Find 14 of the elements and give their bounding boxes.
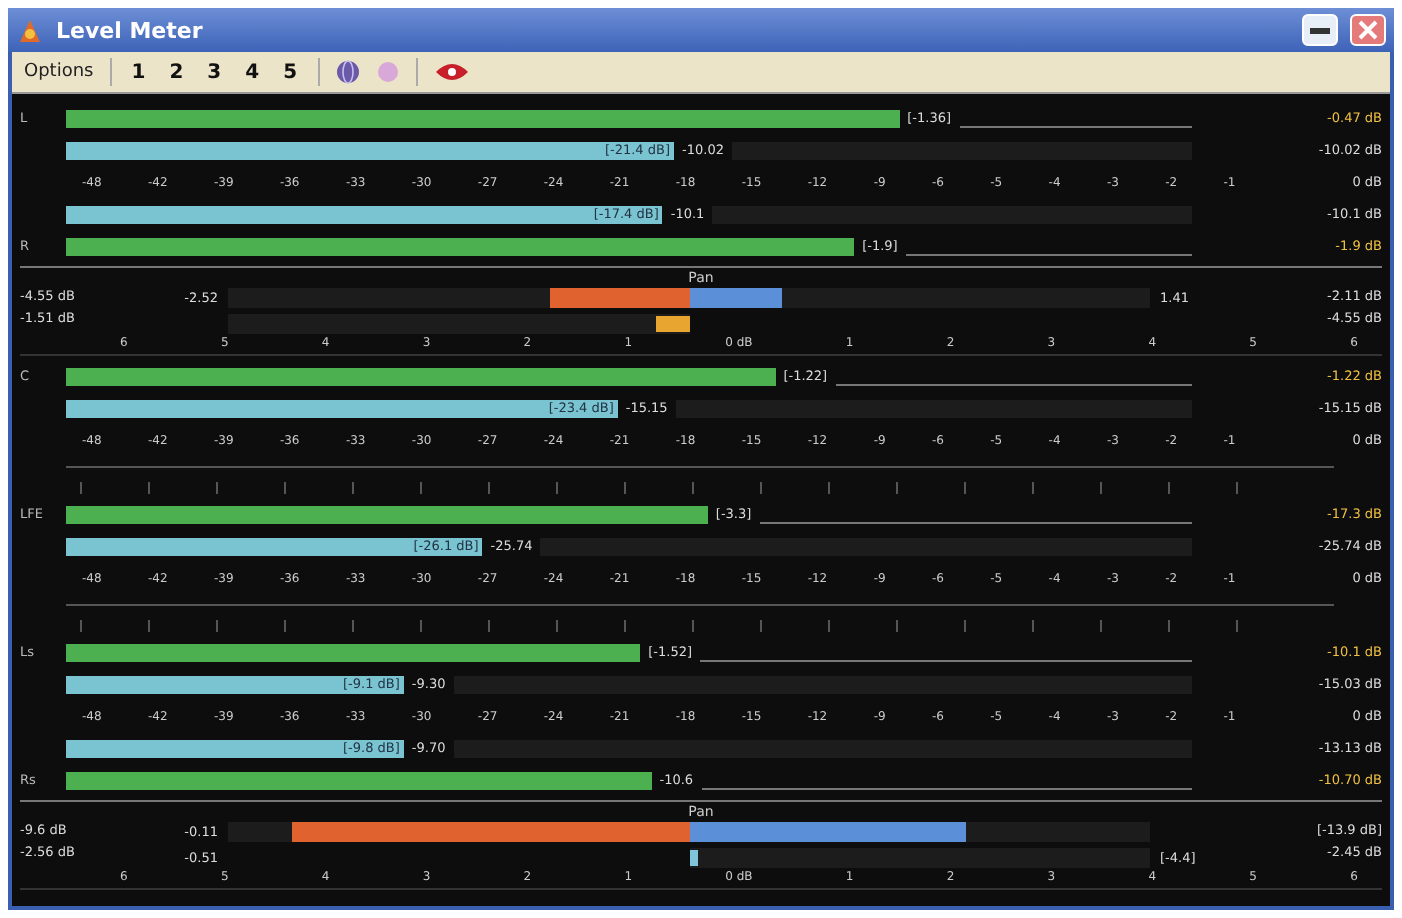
minimize-button[interactable]: [1302, 14, 1338, 46]
minimize-icon: [1310, 27, 1330, 33]
window-title: Level Meter: [56, 17, 205, 43]
preset-button[interactable]: 4: [241, 61, 264, 83]
eye-icon[interactable]: [433, 60, 470, 84]
close-icon: [1358, 20, 1378, 40]
app-icon: [16, 16, 44, 44]
preset-button[interactable]: 2: [165, 61, 188, 83]
options-menu[interactable]: Options: [24, 62, 94, 82]
preset-button[interactable]: 5: [279, 61, 302, 83]
preset-button[interactable]: 1: [127, 61, 150, 83]
preset-button[interactable]: 3: [203, 61, 226, 83]
close-button[interactable]: [1350, 14, 1386, 46]
globe-icon[interactable]: [335, 60, 360, 84]
